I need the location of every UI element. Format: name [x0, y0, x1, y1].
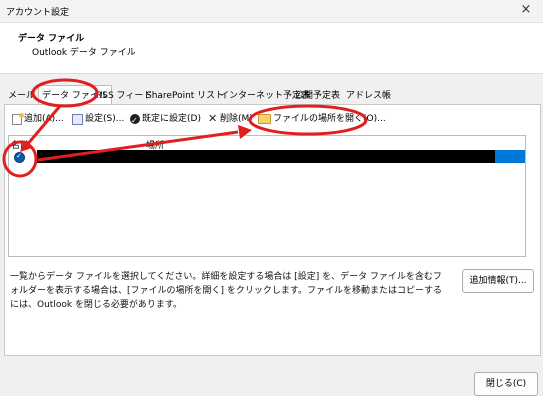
remove-label: 削除(M) [220, 114, 253, 124]
default-checkmark-icon [14, 152, 25, 163]
checkmark-circle-icon [130, 113, 140, 129]
more-info-button[interactable]: 追加情報(T)... [462, 269, 534, 293]
folder-icon [258, 114, 271, 124]
settings-button[interactable]: 設定(S)... [72, 111, 124, 127]
toolbar: 追加(A)... 設定(S)... 既定に設定(D) ✕ 削除(M) ファイルの… [8, 111, 528, 129]
instructions-text: 一覧からデータ ファイルを選択してください。詳細を設定する場合は [設定] を、… [10, 272, 442, 310]
set-default-label: 既定に設定(D) [142, 114, 201, 124]
settings-label: 設定(S)... [85, 114, 125, 124]
window-title: アカウント設定 [6, 8, 70, 18]
redacted-file-path [37, 150, 525, 163]
selection-highlight [495, 150, 525, 163]
tab-published-calendars[interactable]: 公開予定表 [294, 88, 341, 101]
header-subtitle: Outlook データ ファイル [32, 48, 136, 58]
dialog-header: データ ファイル Outlook データ ファイル [0, 23, 543, 74]
x-icon: ✕ [208, 112, 218, 125]
close-icon[interactable]: × [517, 1, 535, 19]
open-file-location-label: ファイルの場所を開く(O)... [273, 114, 386, 124]
add-button[interactable]: 追加(A)... [12, 111, 64, 127]
close-button[interactable]: 閉じる(C) [474, 372, 538, 396]
add-file-icon [12, 112, 24, 125]
header-title: データ ファイル [18, 34, 85, 44]
tab-mail[interactable]: メール [7, 88, 36, 101]
tab-sharepoint-lists[interactable]: SharePoint リスト [145, 88, 225, 101]
tab-strip: メール データ ファイル RSS フィード SharePoint リスト インタ… [0, 85, 543, 104]
set-default-button[interactable]: 既定に設定(D) [130, 111, 201, 129]
data-file-list[interactable]: 名前 場所 [8, 135, 526, 257]
open-file-location-button[interactable]: ファイルの場所を開く(O)... [258, 111, 386, 127]
settings-icon [72, 113, 83, 125]
list-item[interactable] [9, 150, 525, 163]
remove-button[interactable]: ✕ 削除(M) [208, 111, 253, 127]
tab-address-books[interactable]: アドレス帳 [345, 88, 392, 101]
add-label: 追加(A)... [24, 114, 64, 124]
title-bar: アカウント設定 × [0, 0, 543, 23]
